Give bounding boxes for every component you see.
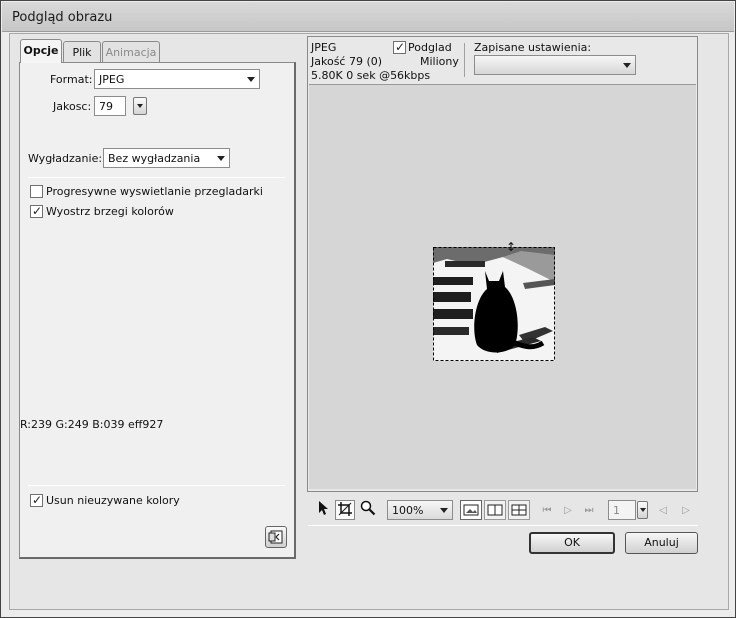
progressive-checkbox[interactable]	[30, 185, 43, 198]
quality-input[interactable]: 79	[94, 96, 126, 116]
preview-checkbox[interactable]: ✓	[393, 40, 406, 54]
progressive-label: Progresywne wyswietlanie przegladarki	[46, 185, 263, 198]
format-select-value: JPEG	[99, 73, 125, 86]
first-frame-icon: ⏮	[542, 505, 552, 516]
frame-number-input: 1	[608, 500, 636, 520]
ok-button-label: OK	[564, 536, 580, 549]
preview-size-time: 5.80K 0 sek @56kbps	[311, 69, 431, 82]
sharpen-label: Wyostrz brzegi kolorów	[46, 205, 174, 218]
preview-format: JPEG	[311, 41, 337, 54]
remove-unused-checkbox[interactable]: ✓	[30, 493, 43, 507]
two-view-button[interactable]	[484, 500, 506, 520]
tab-file[interactable]: Plik	[63, 41, 101, 63]
remove-unused-label: Usun nieuzywane kolory	[46, 494, 180, 507]
play-icon: ▷	[564, 505, 572, 516]
cancel-button[interactable]: Anuluj	[625, 532, 698, 554]
optimize-to-size-button[interactable]	[265, 526, 287, 548]
colors-value: Miliony	[420, 55, 459, 68]
tab-animation: Animacja	[102, 41, 160, 63]
zoom-select-value: 100%	[392, 504, 424, 517]
format-label: Format:	[50, 73, 93, 86]
smoothing-label: Wygładzanie:	[28, 152, 103, 165]
image-preview-area[interactable]: ↕	[309, 84, 696, 489]
saved-settings-label: Zapisane ustawienia:	[474, 41, 592, 54]
chevron-down-icon	[440, 508, 448, 513]
options-panel: Format: JPEG Jakosc: 79 Wygładzanie: Bez…	[19, 62, 296, 559]
separator	[464, 43, 465, 77]
separator	[28, 177, 285, 178]
chevron-down-icon	[640, 508, 646, 512]
checkmark-icon: ✓	[32, 204, 43, 218]
ok-button[interactable]: OK	[529, 532, 615, 554]
saved-settings-select[interactable]	[474, 55, 636, 75]
format-select[interactable]: JPEG	[94, 69, 260, 89]
quality-input-value: 79	[99, 100, 113, 113]
chevron-down-icon	[137, 104, 143, 108]
tab-file-label: Plik	[72, 46, 92, 59]
single-view-button[interactable]	[460, 500, 482, 520]
preview-checkbox-label: Podglad	[408, 41, 452, 54]
cancel-button-label: Anuluj	[644, 536, 679, 549]
tab-options[interactable]: Opcje	[20, 39, 62, 63]
sharpen-checkbox[interactable]: ✓	[30, 204, 43, 218]
preview-quality: Jakość 79 (0)	[311, 55, 383, 68]
title-bar[interactable]: Podgląd obrazu	[2, 2, 734, 32]
chevron-down-icon	[217, 156, 225, 161]
color-readout: R:239 G:249 B:039 eff927	[20, 418, 164, 431]
optimize-size-icon	[268, 530, 283, 544]
previous-frame-icon: ◁	[659, 505, 667, 516]
four-view-icon	[511, 504, 527, 516]
frame-number-value: 1	[613, 504, 620, 517]
chevron-down-icon	[623, 63, 631, 68]
frame-dropdown-button	[637, 501, 648, 519]
tab-options-label: Opcje	[23, 44, 59, 57]
dialog-window: Podgląd obrazu Opcje Plik Animacja Forma…	[0, 0, 736, 618]
quality-label: Jakosc:	[53, 100, 92, 113]
checkmark-icon: ✓	[32, 493, 43, 507]
four-view-button[interactable]	[508, 500, 530, 520]
zoom-icon[interactable]	[358, 500, 378, 520]
resize-cursor-icon: ↕	[506, 240, 517, 254]
crop-icon[interactable]	[335, 500, 355, 520]
smoothing-select-value: Bez wygładzania	[108, 152, 201, 165]
dialog-client-area: Opcje Plik Animacja Format: JPEG Jakosc:…	[9, 33, 729, 610]
separator	[308, 525, 698, 526]
two-view-icon	[487, 504, 503, 516]
chevron-down-icon	[247, 77, 255, 82]
tab-animation-label: Animacja	[105, 46, 157, 59]
separator	[28, 485, 285, 486]
zoom-select[interactable]: 100%	[387, 500, 453, 520]
next-frame-icon: ▷	[682, 505, 690, 516]
checkmark-icon: ✓	[395, 40, 406, 54]
pointer-icon[interactable]	[313, 500, 333, 520]
preview-panel: JPEG Jakość 79 (0) 5.80K 0 sek @56kbps ✓…	[307, 36, 698, 492]
window-title: Podgląd obrazu	[12, 10, 113, 25]
preview-image[interactable]	[433, 247, 555, 361]
smoothing-select[interactable]: Bez wygładzania	[103, 148, 230, 168]
single-view-icon	[463, 504, 479, 516]
quality-dropdown-button[interactable]	[133, 97, 147, 115]
last-frame-icon: ⏭	[584, 505, 594, 516]
